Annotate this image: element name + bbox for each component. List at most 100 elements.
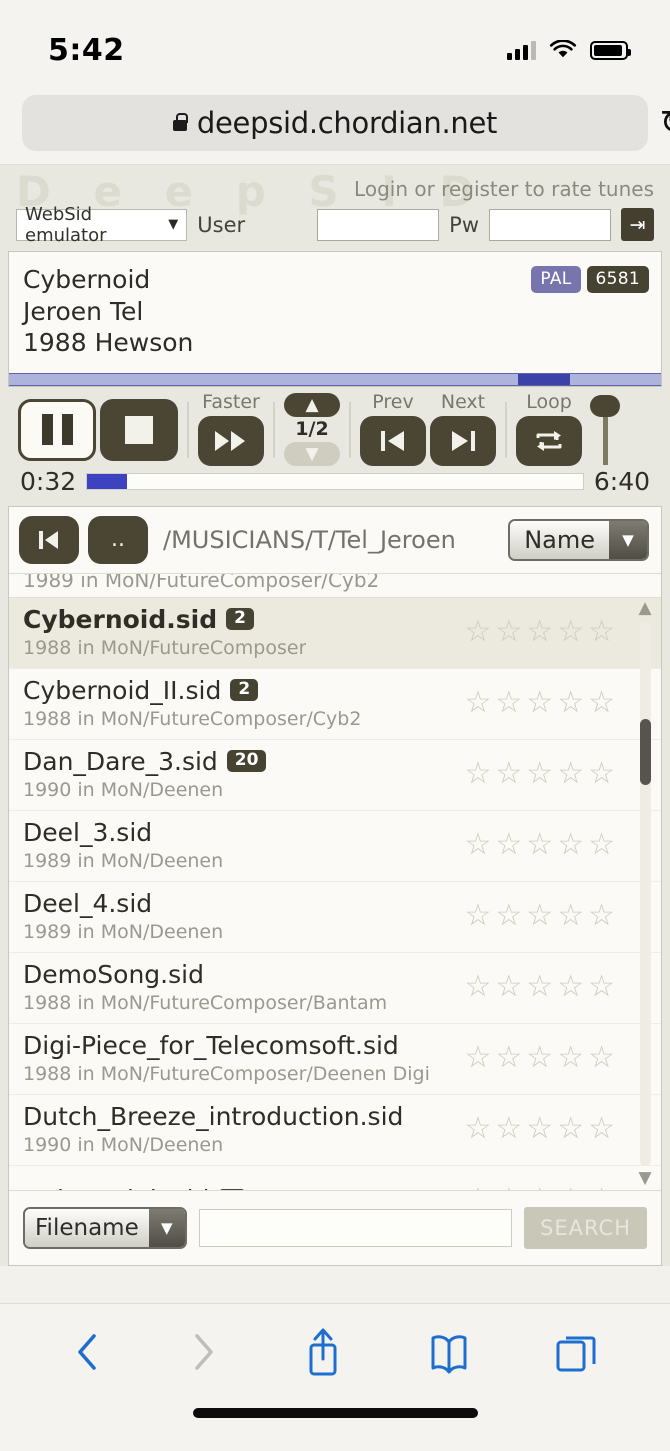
rating-stars[interactable]: ☆☆☆☆☆	[464, 1042, 615, 1073]
star-icon[interactable]: ☆	[557, 900, 584, 931]
star-icon[interactable]: ☆	[464, 758, 491, 789]
rating-stars[interactable]: ☆☆☆☆☆	[464, 1113, 615, 1144]
seek-bar[interactable]	[86, 472, 584, 490]
chevron-down-icon[interactable]: ▼	[638, 1168, 651, 1190]
star-icon[interactable]: ☆	[588, 1042, 615, 1073]
deepsid-app: D e e p S I D Login or register to rate …	[0, 165, 670, 1266]
star-icon[interactable]: ☆	[526, 971, 553, 1002]
star-icon[interactable]: ☆	[588, 1113, 615, 1144]
table-row[interactable]: Dying_High.sid 2 ☆ ☆ ☆ ☆ ☆	[9, 1166, 661, 1190]
rating-stars[interactable]: ☆☆☆☆☆	[464, 971, 615, 1002]
star-icon[interactable]: ☆	[495, 1042, 522, 1073]
star-icon[interactable]: ☆	[464, 829, 491, 860]
star-icon[interactable]: ☆	[557, 1042, 584, 1073]
star-icon[interactable]: ☆	[588, 829, 615, 860]
parent-folder-button[interactable]: ..	[88, 515, 148, 564]
star-icon[interactable]: ☆	[526, 900, 553, 931]
star-icon[interactable]: ☆	[557, 616, 584, 647]
reload-icon[interactable]: ↻	[660, 106, 670, 140]
star-icon[interactable]: ☆	[557, 758, 584, 789]
table-row[interactable]: Cybernoid.sid 2 1988 in MoN/FutureComposer…	[9, 597, 661, 669]
star-icon[interactable]: ☆	[464, 687, 491, 718]
rating-stars[interactable]: ☆☆☆☆☆	[464, 829, 615, 860]
star-icon[interactable]: ☆	[464, 616, 491, 647]
rating-stars[interactable]: ☆☆☆☆☆	[464, 900, 615, 931]
table-row[interactable]: Dan_Dare_3.sid 20 1990 in MoN/Deenen ☆ ☆ ☆ ☆ ☆	[9, 740, 661, 811]
star-icon[interactable]: ☆	[495, 616, 522, 647]
subtune-up-button[interactable]: ▲	[284, 392, 340, 417]
star-icon[interactable]: ☆	[588, 687, 615, 718]
faster-button[interactable]	[198, 416, 264, 466]
search-button[interactable]: SEARCH	[524, 1206, 647, 1249]
stop-button[interactable]	[100, 398, 178, 461]
star-icon[interactable]: ☆	[495, 900, 522, 931]
star-icon[interactable]: ☆	[588, 900, 615, 931]
star-icon[interactable]: ☆	[464, 1042, 491, 1073]
star-icon[interactable]: ☆	[526, 758, 553, 789]
star-icon[interactable]: ☆	[495, 1113, 522, 1144]
star-icon[interactable]: ☆	[557, 1184, 584, 1190]
star-icon[interactable]: ☆	[464, 1113, 491, 1144]
star-icon[interactable]: ☆	[588, 616, 615, 647]
star-icon[interactable]: ☆	[464, 971, 491, 1002]
rating-stars[interactable]: ☆☆☆☆☆	[464, 687, 615, 718]
subtune-down-button[interactable]: ▼	[284, 442, 340, 467]
star-icon[interactable]: ☆	[526, 829, 553, 860]
star-icon[interactable]: ☆	[588, 758, 615, 789]
pause-button[interactable]	[18, 398, 96, 461]
row-meta: Dutch_Breeze_introduction.sid 1990 in MoN…	[23, 1102, 403, 1156]
star-icon[interactable]: ☆	[495, 829, 522, 860]
address-field[interactable]: deepsid.chordian.net ↻	[22, 95, 670, 151]
share-icon[interactable]	[301, 1325, 345, 1379]
star-icon[interactable]: ☆	[495, 1184, 522, 1190]
star-icon[interactable]: ☆	[464, 900, 491, 931]
star-icon[interactable]: ☆	[557, 687, 584, 718]
rating-stars[interactable]: ☆ ☆ ☆ ☆ ☆	[464, 1184, 615, 1190]
user-input[interactable]	[317, 208, 440, 241]
scrollbar-thumb[interactable]	[639, 719, 651, 785]
volume-thumb[interactable]	[590, 394, 620, 417]
star-icon[interactable]: ☆	[464, 1184, 491, 1190]
star-icon[interactable]: ☆	[495, 758, 522, 789]
login-arrow-icon[interactable]: ⇥	[621, 208, 654, 241]
table-row[interactable]: DemoSong.sid 1988 in MoN/FutureComposer/B…	[9, 953, 661, 1024]
back-icon[interactable]	[70, 1327, 106, 1377]
star-icon[interactable]: ☆	[588, 971, 615, 1002]
sort-select[interactable]: Name ▼	[508, 518, 649, 561]
star-icon[interactable]: ☆	[526, 616, 553, 647]
prev-button[interactable]	[360, 416, 426, 466]
search-input[interactable]	[198, 1208, 513, 1247]
bookmarks-icon[interactable]	[425, 1328, 473, 1376]
list-scrollbar[interactable]: ▲ ▼	[635, 598, 655, 1190]
loop-button[interactable]	[516, 416, 582, 466]
tabs-icon[interactable]	[552, 1328, 600, 1376]
star-icon[interactable]: ☆	[526, 1184, 553, 1190]
table-row[interactable]: Cybernoid_II.sid 2 1988 in MoN/FutureCompo…	[9, 669, 661, 740]
star-icon[interactable]: ☆	[495, 687, 522, 718]
table-row[interactable]: Deel_3.sid 1989 in MoN/Deenen ☆ ☆ ☆ ☆ ☆	[9, 811, 661, 882]
star-icon[interactable]: ☆	[526, 687, 553, 718]
loop-label: Loop	[526, 391, 572, 413]
star-icon[interactable]: ☆	[557, 829, 584, 860]
scrollbar-track[interactable]	[639, 621, 651, 1166]
volume-slider[interactable]	[588, 394, 622, 465]
table-row[interactable]: Deel_4.sid 1989 in MoN/Deenen ☆ ☆ ☆ ☆ ☆	[9, 882, 661, 953]
star-icon[interactable]: ☆	[495, 971, 522, 1002]
star-icon[interactable]: ☆	[557, 971, 584, 1002]
star-icon[interactable]: ☆	[526, 1042, 553, 1073]
table-row[interactable]: Digi-Piece_for_Telecomsoft.sid 1988 in Mo…	[9, 1024, 661, 1095]
next-button[interactable]	[430, 416, 496, 466]
rating-stars[interactable]: ☆☆☆☆☆	[464, 758, 615, 789]
loop-control: Loop	[516, 393, 582, 466]
rating-stars[interactable]: ☆☆☆☆☆	[464, 616, 615, 647]
star-icon[interactable]: ☆	[588, 1184, 615, 1190]
chevron-up-icon[interactable]: ▲	[638, 598, 651, 620]
search-field-select[interactable]: Filename ▼	[23, 1206, 187, 1249]
password-input[interactable]	[489, 208, 612, 241]
file-list[interactable]: 1989 in MoN/FutureComposer/Cyb2 Cybernoi…	[9, 573, 661, 1190]
table-row[interactable]: Dutch_Breeze_introduction.sid 1990 in MoN…	[9, 1095, 661, 1166]
star-icon[interactable]: ☆	[557, 1113, 584, 1144]
star-icon[interactable]: ☆	[526, 1113, 553, 1144]
emulator-select[interactable]: WebSid emulator ▼	[16, 204, 188, 246]
go-to-root-button[interactable]	[19, 515, 79, 564]
